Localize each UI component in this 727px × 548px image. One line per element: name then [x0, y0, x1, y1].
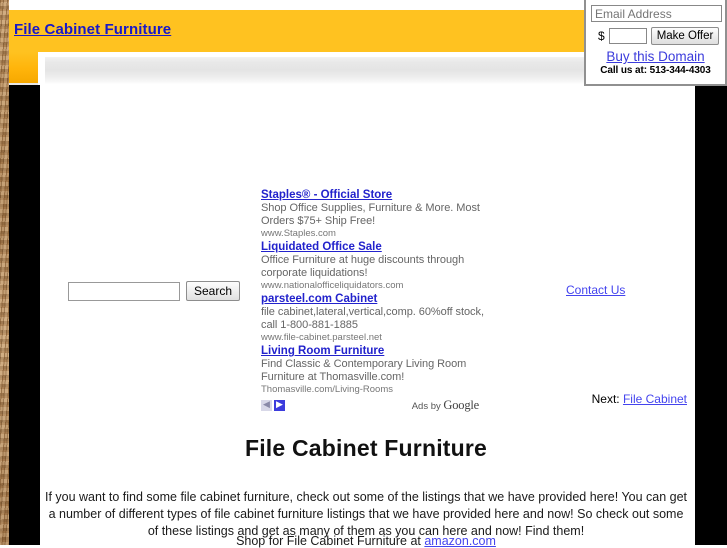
next-navigation-row: Next: File Cabinet [0, 392, 691, 406]
ad-description-line: Furniture at Thomasville.com! [261, 371, 405, 384]
search-input[interactable] [68, 281, 180, 301]
offer-amount-input[interactable] [608, 28, 647, 44]
ad-description-line: Shop Office Supplies, Furniture & More. … [261, 202, 480, 214]
body-paragraph: If you want to find some file cabinet fu… [44, 489, 688, 538]
ad-description-line: Office Furniture at huge discounts throu… [261, 254, 465, 267]
call-us-phone-text: Call us at: 513-344-4303 [600, 65, 711, 76]
ad-display-url: www.Staples.com [261, 227, 336, 239]
contact-us-link[interactable]: Contact Us [566, 283, 625, 297]
ad-unit: Liquidated Office Sale Office Furniture … [261, 240, 489, 292]
ad-display-url: www.nationalofficeliquidators.com [261, 279, 404, 291]
ad-title-link[interactable]: Living Room Furniture [261, 344, 489, 358]
ad-unit: Staples® - Official Store Shop Office Su… [261, 188, 489, 240]
ad-description-line: Orders $75+ Ship Free! [261, 214, 376, 227]
ad-unit: parsteel.com Cabinet file cabinet,latera… [261, 292, 489, 344]
ad-description-line: corporate liquidations! [261, 266, 368, 279]
next-label-prefix: Next: [591, 392, 623, 406]
frame-black-right [695, 85, 727, 545]
ad-title-link[interactable]: Staples® - Official Store [261, 188, 489, 202]
ad-title-link[interactable]: parsteel.com Cabinet [261, 292, 489, 306]
ad-description-line: Find Classic & Contemporary Living Room [261, 358, 467, 371]
ad-display-url: www.file-cabinet.parsteel.net [261, 331, 382, 343]
shop-promo-line: Shop for File Cabinet Furniture at amazo… [40, 534, 692, 548]
make-offer-row: $ Make Offer [591, 27, 720, 45]
buy-this-domain-link[interactable]: Buy this Domain [591, 49, 720, 64]
site-title-link[interactable]: File Cabinet Furniture [14, 21, 171, 38]
page-title: File Cabinet Furniture [244, 435, 488, 462]
buy-domain-widget: $ Make Offer Buy this Domain Call us at:… [584, 0, 727, 86]
search-button[interactable]: Search [186, 281, 241, 301]
email-address-input[interactable] [591, 5, 722, 22]
frame-black-left [9, 85, 40, 545]
nav-strip [45, 57, 645, 84]
next-page-link[interactable]: File Cabinet [623, 392, 687, 406]
ad-description-line: file cabinet,lateral,vertical,comp. 60%o… [261, 306, 484, 319]
ad-title-link[interactable]: Liquidated Office Sale [261, 240, 489, 254]
wood-texture-border [0, 0, 9, 545]
amazon-link[interactable]: amazon.com [424, 534, 496, 548]
site-header-tab-nub [9, 52, 38, 83]
search-form: Search [68, 281, 241, 301]
make-offer-button[interactable]: Make Offer [650, 27, 720, 45]
currency-symbol-label: $ [598, 29, 605, 43]
google-ads-block: Staples® - Official Store Shop Office Su… [261, 188, 489, 413]
ad-description-line: call 1-800-881-1885 [261, 318, 358, 331]
ad-unit: Living Room Furniture Find Classic & Con… [261, 344, 489, 396]
shop-promo-prefix: Shop for File Cabinet Furniture at [236, 534, 425, 548]
